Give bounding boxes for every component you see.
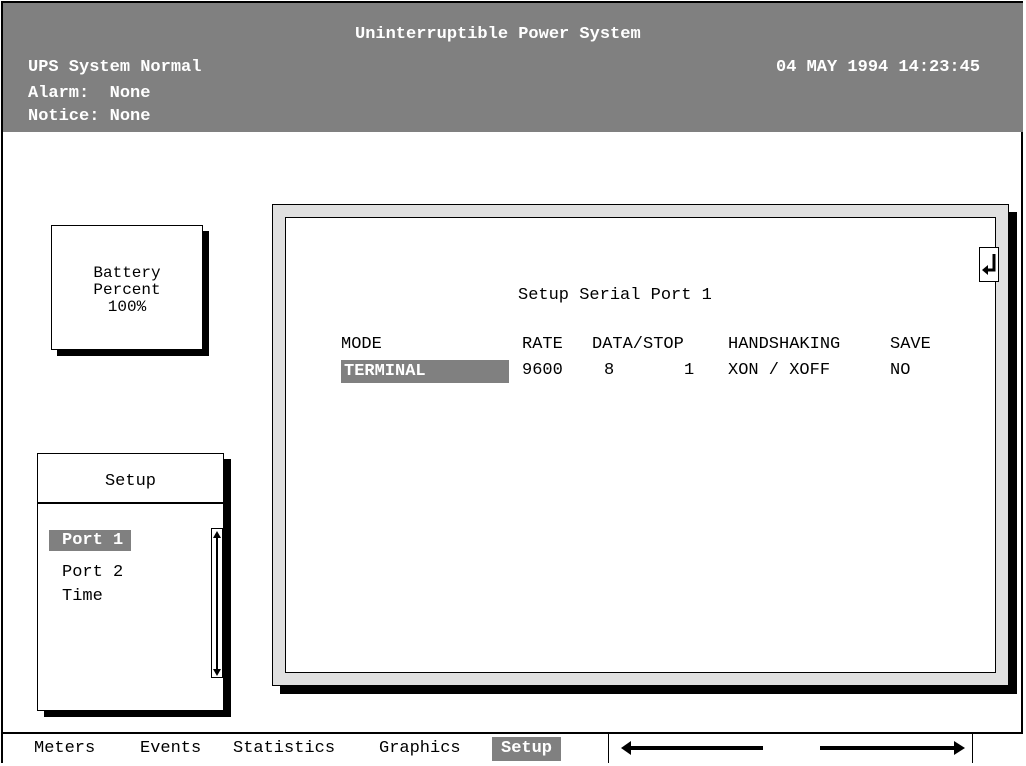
app-title: Uninterruptible Power System bbox=[355, 25, 641, 44]
header-mode: MODE bbox=[341, 335, 382, 354]
setup-menu-panel: Setup Port 1 Port 2 Time bbox=[37, 453, 224, 711]
arrow-right-icon[interactable] bbox=[818, 736, 968, 760]
dialog-title: Setup Serial Port 1 bbox=[518, 286, 712, 305]
setup-menu-title: Setup bbox=[38, 454, 223, 504]
header-data-stop: DATA/STOP bbox=[592, 335, 684, 354]
serial-port-dialog bbox=[272, 204, 1009, 686]
data-bits-field[interactable]: 8 bbox=[604, 361, 614, 381]
tab-graphics[interactable]: Graphics bbox=[379, 737, 461, 761]
arrow-left-icon[interactable] bbox=[619, 736, 765, 760]
menu-item-time[interactable]: Time bbox=[49, 586, 111, 607]
tab-events[interactable]: Events bbox=[140, 737, 201, 761]
handshaking-field[interactable]: XON / XOFF bbox=[728, 361, 830, 381]
battery-percent-value: 100% bbox=[107, 298, 147, 316]
enter-return-icon[interactable] bbox=[979, 247, 999, 282]
divider bbox=[972, 734, 973, 763]
notice-status: Notice: None bbox=[28, 107, 151, 126]
status-header: Uninterruptible Power System UPS System … bbox=[3, 3, 1023, 132]
menu-item-port-2[interactable]: Port 2 bbox=[49, 562, 131, 583]
bottom-menu-bar: Meters Events Statistics Graphics Setup bbox=[3, 732, 1023, 763]
tab-statistics[interactable]: Statistics bbox=[233, 737, 335, 761]
stop-bits-field[interactable]: 1 bbox=[684, 361, 694, 381]
arrow-down-icon[interactable] bbox=[213, 639, 221, 676]
tab-setup[interactable]: Setup bbox=[492, 737, 562, 761]
menu-item-port-1[interactable]: Port 1 bbox=[49, 530, 132, 551]
header-handshaking: HANDSHAKING bbox=[728, 335, 841, 354]
battery-label-line2: Percent bbox=[93, 281, 161, 299]
menu-scrollbar[interactable] bbox=[211, 528, 223, 678]
arrow-up-icon[interactable] bbox=[213, 531, 221, 569]
divider bbox=[608, 734, 609, 763]
save-field[interactable]: NO bbox=[890, 361, 910, 381]
date-time: 04 MAY 1994 14:23:45 bbox=[776, 58, 981, 77]
system-status: UPS System Normal bbox=[28, 58, 202, 77]
battery-label-line1: Battery bbox=[93, 264, 161, 282]
battery-percent-panel: Battery Percent 100% bbox=[51, 225, 203, 350]
tab-meters[interactable]: Meters bbox=[34, 737, 95, 761]
rate-field[interactable]: 9600 bbox=[522, 361, 563, 381]
header-save: SAVE bbox=[890, 335, 931, 354]
header-rate: RATE bbox=[522, 335, 563, 354]
mode-field[interactable]: TERMINAL bbox=[341, 360, 509, 383]
alarm-status: Alarm: None bbox=[28, 84, 151, 103]
